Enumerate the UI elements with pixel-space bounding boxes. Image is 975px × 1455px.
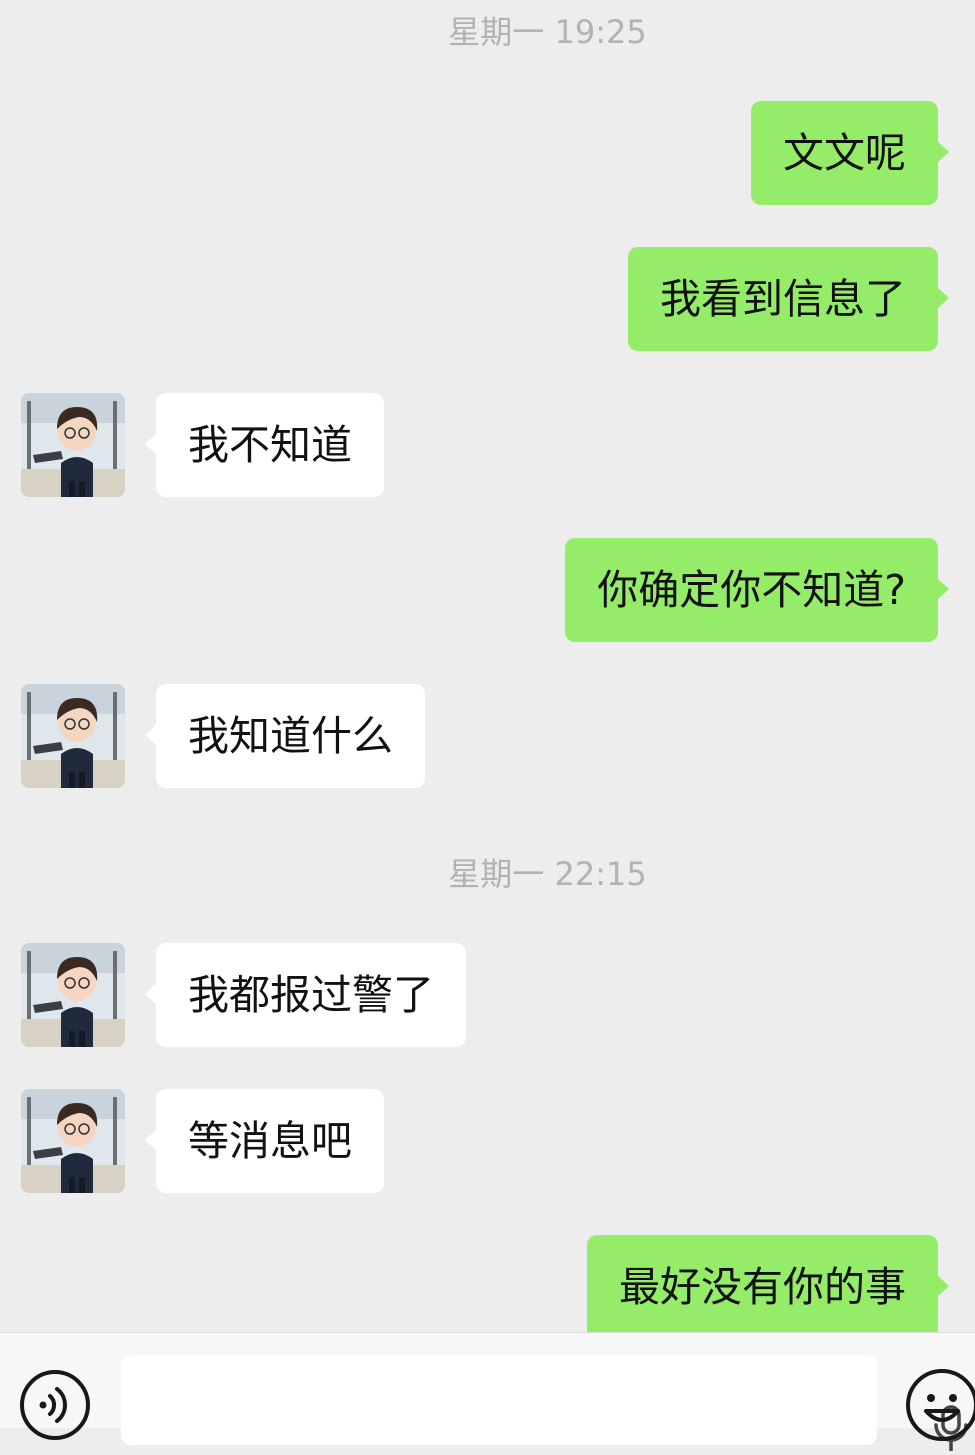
contact-avatar[interactable] (21, 393, 125, 497)
contact-avatar[interactable] (21, 943, 125, 1047)
message-row-outgoing: 你确定你不知道? (0, 538, 975, 642)
message-input[interactable] (121, 1355, 968, 1451)
message-bubble[interactable]: 我都报过警了 (145, 943, 466, 1047)
message-row-incoming: 等消息吧 (0, 1089, 975, 1193)
message-row-incoming: 我知道什么 (0, 684, 975, 788)
message-bubble[interactable]: 我知道什么 (145, 684, 425, 788)
timestamp: 星期一 22:15 (448, 855, 647, 893)
input-bar (0, 1332, 975, 1451)
chat-history[interactable]: 星期一 19:25 文文呢 我看到信息了 我不知道 你确定你不知道? 我知道什么… (0, 0, 975, 1332)
message-bubble[interactable]: 你确定你不知道? (565, 538, 949, 642)
message-row-incoming: 我不知道 (0, 393, 975, 497)
message-row-outgoing: 文文呢 (0, 101, 975, 205)
message-bubble[interactable]: 我看到信息了 (628, 247, 949, 351)
voice-icon[interactable] (19, 1369, 91, 1441)
message-bubble[interactable]: 等消息吧 (145, 1089, 384, 1193)
timestamp: 星期一 19:25 (448, 13, 647, 51)
contact-avatar[interactable] (21, 684, 125, 788)
message-bubble[interactable]: 我不知道 (145, 393, 384, 497)
message-row-outgoing: 最好没有你的事 (0, 1235, 975, 1332)
message-row-outgoing: 我看到信息了 (0, 247, 975, 351)
message-row-incoming: 我都报过警了 (0, 943, 975, 1047)
message-bubble[interactable]: 文文呢 (751, 101, 949, 205)
message-bubble[interactable]: 最好没有你的事 (587, 1235, 949, 1332)
contact-avatar[interactable] (21, 1089, 125, 1193)
emoji-icon[interactable] (904, 1367, 975, 1443)
